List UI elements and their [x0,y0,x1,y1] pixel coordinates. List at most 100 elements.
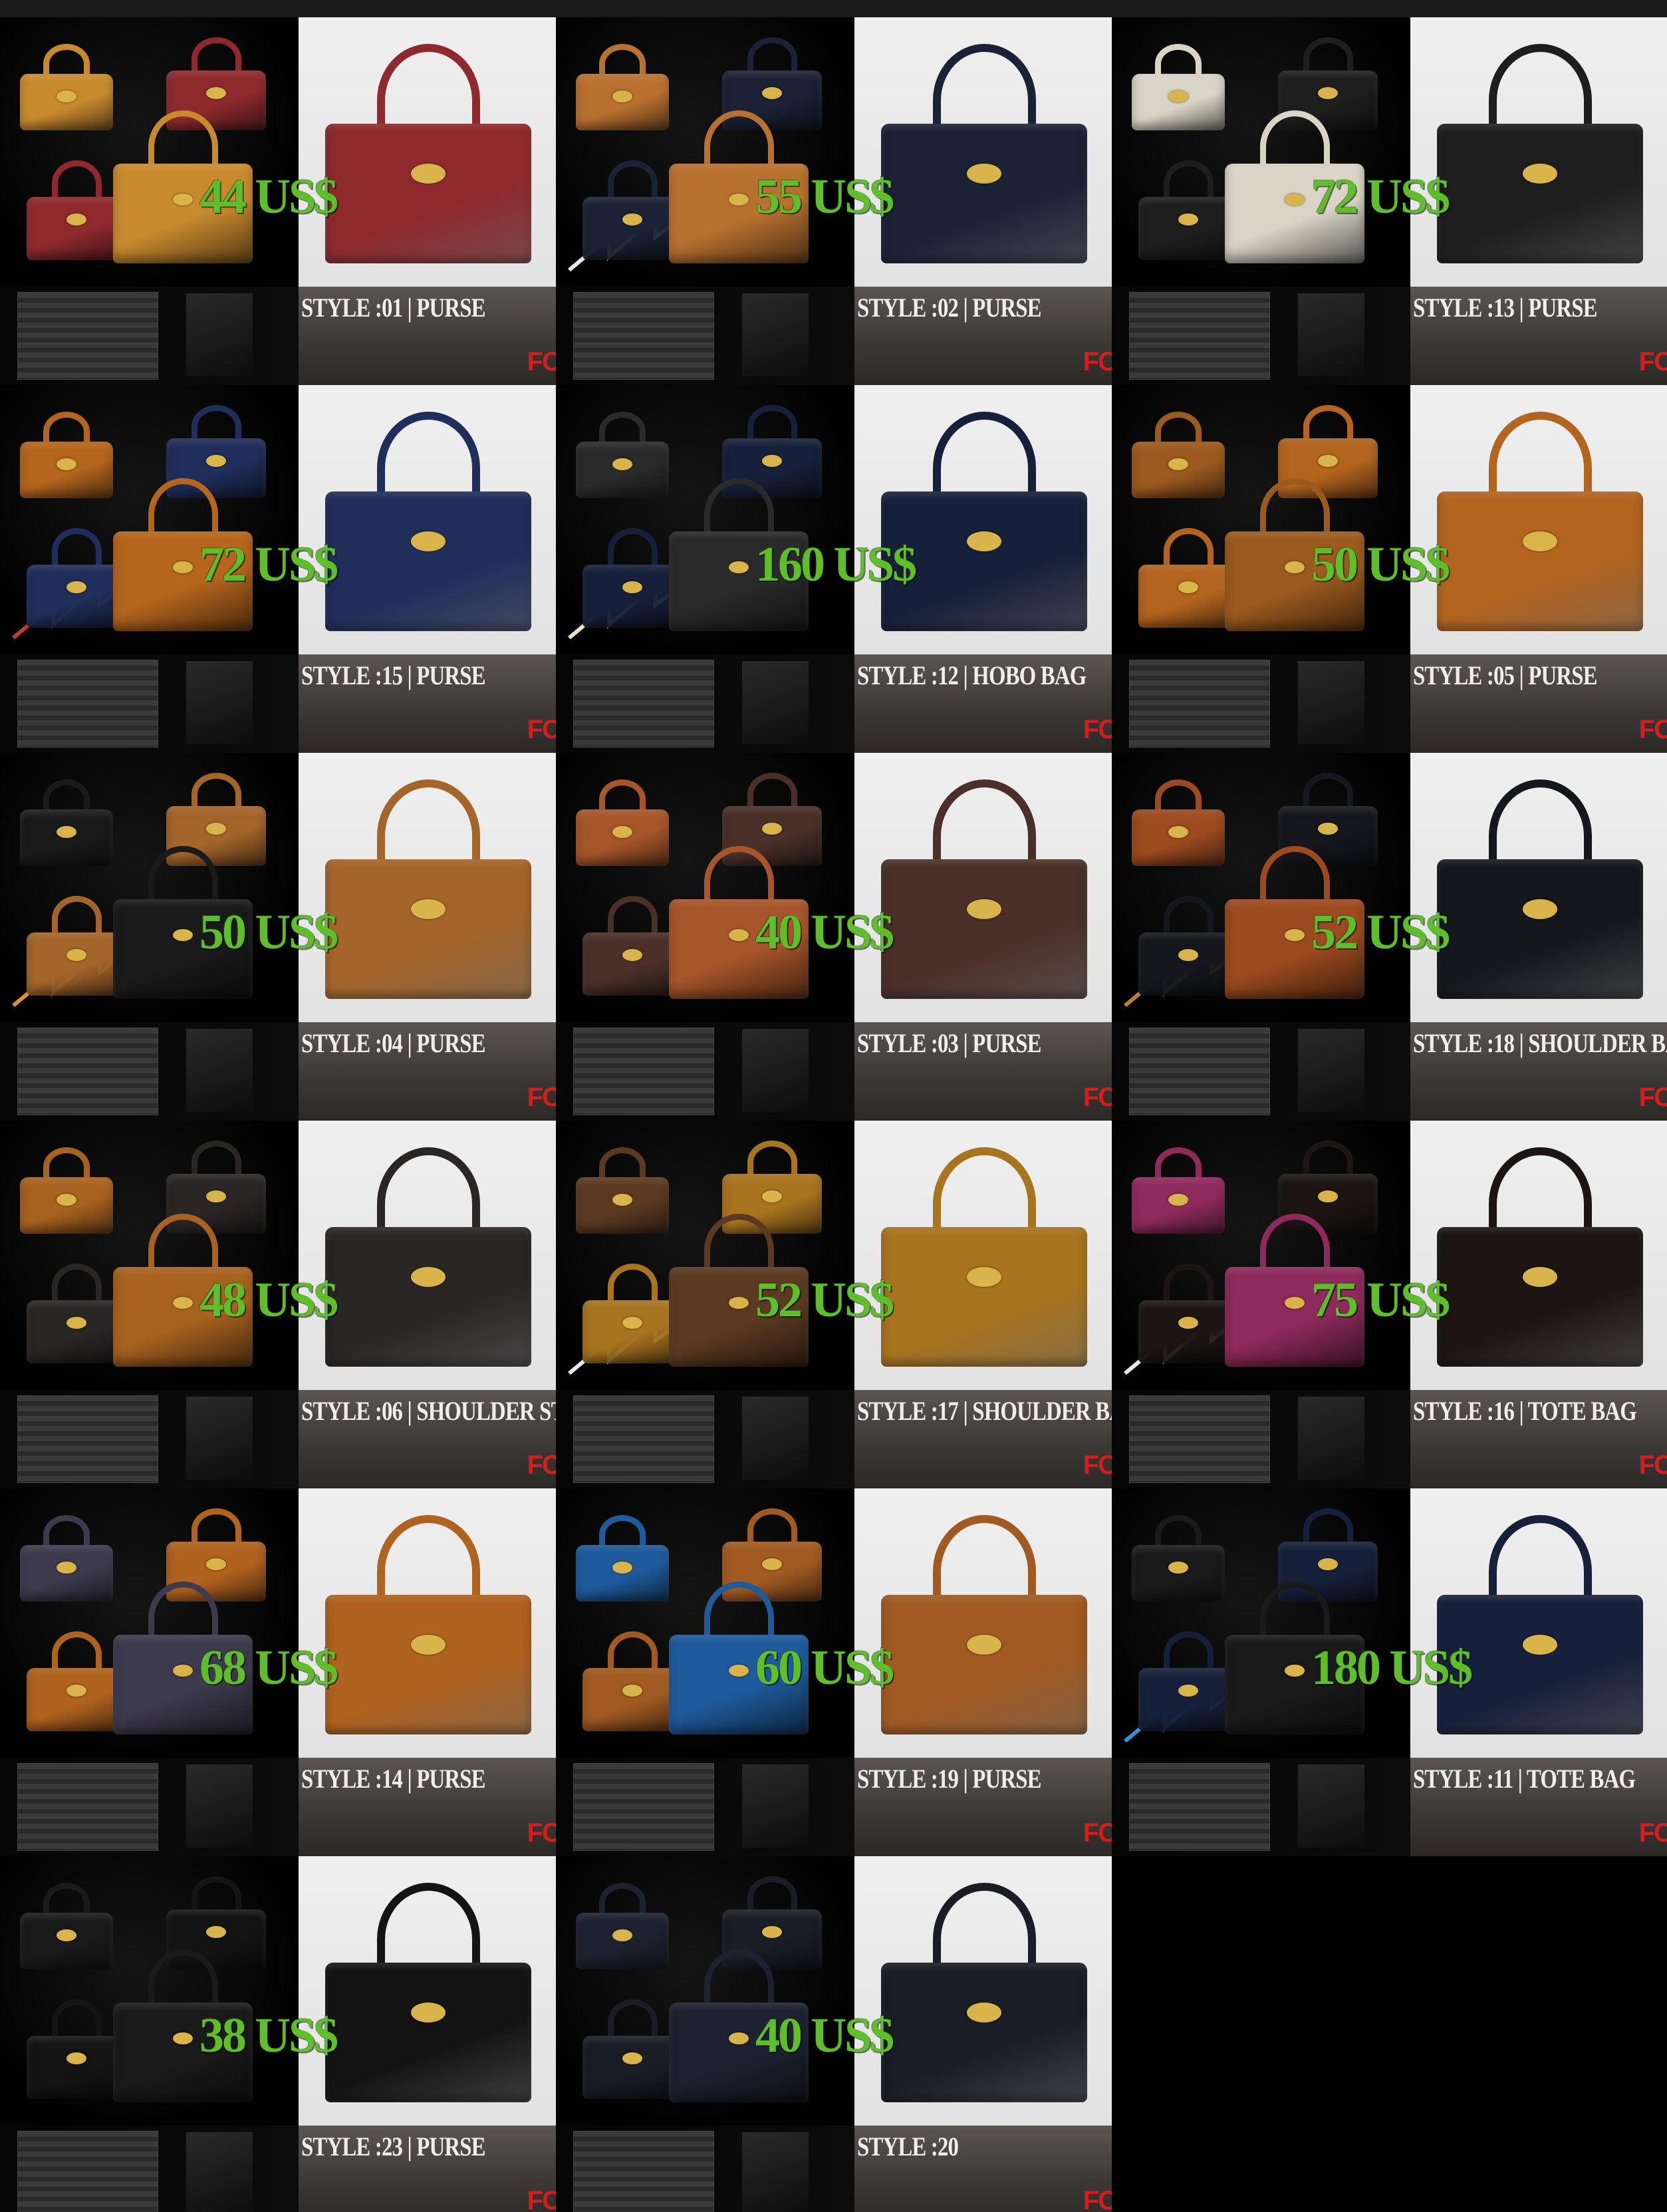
product-main-photo [299,17,556,287]
bag-image [27,1631,126,1731]
bag-image [1132,1515,1225,1601]
product-group-photo [1112,385,1410,654]
product-tile[interactable]: 50 US$ STYLE :04 | PURSE FC [0,753,556,1121]
brand-logo: FC [1083,347,1112,377]
product-tile[interactable]: 55 US$ STYLE :02 | PURSE FC [556,17,1112,385]
bag-image [325,1515,531,1734]
price-label: 48 US$ [199,1273,338,1327]
product-photos: 60 US$ [556,1488,1112,1758]
bag-image [27,1999,126,2099]
spec-box [573,660,714,748]
style-bar: STYLE :18 | SHOULDER BAG FC [1410,1022,1667,1121]
brand-logo: FC [527,1083,556,1113]
spec-area [0,1390,299,1488]
product-tile[interactable]: 48 US$ STYLE :06 | SHOULDER STRAP FC [0,1121,556,1488]
bag-image [1138,160,1238,260]
product-info: STYLE :02 | PURSE FC [556,287,1112,385]
brand-logo-text: FC [1083,2186,1112,2212]
product-photos: 72 US$ [0,385,556,654]
price-label: 38 US$ [199,2008,338,2063]
product-tile[interactable]: 52 US$ STYLE :18 | SHOULDER BAG FC [1112,753,1667,1121]
product-main-photo [299,385,556,654]
bag-image [27,160,126,260]
spec-area [556,654,854,753]
bag-image [325,44,531,263]
price-label: 72 US$ [199,537,338,592]
style-bar: STYLE :11 | TOTE BAG FC [1410,1758,1667,1856]
product-tile[interactable]: 52 US$ STYLE :17 | SHOULDER BAG FC [556,1121,1112,1488]
product-tile[interactable]: 38 US$ STYLE :23 | PURSE FC [0,1856,556,2212]
product-tile[interactable]: 40 US$ STYLE :20 FC [556,1856,1112,2212]
price-label: 52 US$ [1311,905,1450,960]
brand-logo: FC [527,2186,556,2212]
bag-image [576,44,669,130]
price-label: 40 US$ [755,2008,894,2063]
bag-image [325,779,531,999]
product-tile[interactable]: 75 US$ STYLE :16 | TOTE BAG FC [1112,1121,1667,1488]
brand-logo: FC [1083,1818,1112,1848]
product-main-photo [854,1121,1112,1390]
product-main-photo [299,1488,556,1758]
product-photos: 68 US$ [0,1488,556,1758]
product-main-photo [854,753,1112,1022]
detail-thumbnail [186,1029,253,1112]
product-group-photo [0,753,299,1022]
brand-logo: FC [527,1451,556,1480]
product-tile[interactable]: 40 US$ STYLE :03 | PURSE FC [556,753,1112,1121]
bag-image [1138,1631,1238,1731]
style-bar: STYLE :05 | PURSE FC [1410,654,1667,753]
detail-thumbnail [1298,293,1364,376]
spec-area [0,654,299,753]
product-tile[interactable]: 50 US$ STYLE :05 | PURSE FC [1112,385,1667,753]
spec-area [0,287,299,385]
product-info: STYLE :19 | PURSE FC [556,1758,1112,1856]
product-tile[interactable]: 72 US$ STYLE :13 | PURSE FC [1112,17,1667,385]
brand-logo: FC [527,715,556,745]
product-tile[interactable]: 160 US$ STYLE :12 | HOBO BAG FC [556,385,1112,753]
product-tile[interactable]: 68 US$ STYLE :14 | PURSE FC [0,1488,556,1856]
bag-image [325,412,531,631]
spec-area [556,1390,854,1488]
product-group-photo [0,1488,299,1758]
product-main-photo [1410,17,1667,287]
product-main-photo [1410,1121,1667,1390]
catalog-grid: 44 US$ STYLE :01 | PURSE FC 55 US$ STYLE… [0,17,1667,2212]
product-tile[interactable]: 60 US$ STYLE :19 | PURSE FC [556,1488,1112,1856]
spec-area [1112,1390,1410,1488]
style-bar: STYLE :20 FC [854,2126,1112,2212]
bag-image [576,779,669,866]
product-group-photo [0,1856,299,2126]
price-label: 40 US$ [755,905,894,960]
detail-thumbnail [186,1764,253,1848]
style-label: STYLE :02 | PURSE [857,293,1042,323]
style-label: STYLE :05 | PURSE [1413,660,1598,690]
product-info: STYLE :14 | PURSE FC [0,1758,556,1856]
product-group-photo [0,385,299,654]
product-photos: 72 US$ [1112,17,1667,287]
product-tile[interactable]: 180 US$ STYLE :11 | TOTE BAG FC [1112,1488,1667,1856]
spec-box [17,292,158,380]
bag-image [881,1147,1087,1367]
product-group-photo [556,385,854,654]
spec-box [573,1395,714,1483]
product-group-photo [1112,753,1410,1022]
style-label: STYLE :13 | PURSE [1413,293,1598,323]
bag-image [582,160,682,260]
detail-thumbnail [186,2132,253,2212]
price-label: 55 US$ [755,170,894,224]
detail-thumbnail [742,1764,809,1848]
product-photos: 180 US$ [1112,1488,1667,1758]
detail-thumbnail [742,293,809,376]
product-main-photo [854,17,1112,287]
spec-box [17,1028,158,1115]
price-label: 75 US$ [1311,1273,1450,1327]
product-photos: 52 US$ [556,1121,1112,1390]
brand-logo-text: FC [1638,1818,1667,1848]
brand-logo: FC [1639,1451,1667,1480]
spec-box [1129,1763,1270,1851]
bag-image [1138,528,1238,628]
product-tile[interactable]: 44 US$ STYLE :01 | PURSE FC [0,17,556,385]
product-tile[interactable]: 72 US$ STYLE :15 | PURSE FC [0,385,556,753]
style-label: STYLE :06 | SHOULDER STRAP [301,1396,556,1426]
spec-box [17,1763,158,1851]
